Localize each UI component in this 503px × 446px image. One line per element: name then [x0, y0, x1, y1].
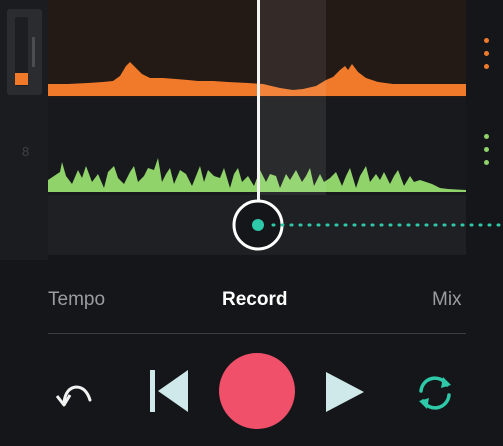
recording-screen: 8 Tempo Record Mix	[0, 0, 503, 446]
playhead[interactable]	[257, 0, 260, 210]
audio-lane-menu[interactable]	[484, 38, 490, 72]
menu-dot	[484, 38, 489, 43]
tab-tempo[interactable]: Tempo	[48, 289, 105, 311]
midi-lane-menu[interactable]	[484, 134, 490, 168]
loop-button[interactable]	[413, 371, 457, 415]
menu-dot	[484, 64, 489, 69]
skip-back-icon	[150, 370, 188, 412]
tab-mix[interactable]: Mix	[432, 289, 462, 311]
undo-button[interactable]	[50, 370, 100, 420]
track-number: 8	[22, 144, 30, 159]
tab-record[interactable]: Record	[222, 289, 287, 311]
scrubber-dot	[252, 219, 264, 231]
menu-dot	[484, 147, 489, 152]
playhead-scrubber[interactable]	[228, 198, 503, 254]
divider	[48, 333, 466, 334]
loop-region[interactable]	[260, 0, 326, 195]
record-button[interactable]	[219, 353, 295, 429]
play-icon	[326, 372, 364, 412]
loop-icon	[419, 376, 451, 410]
skip-back-button[interactable]	[148, 368, 190, 414]
track-volume-handle[interactable]	[32, 37, 35, 67]
mode-tabs: Tempo Record Mix	[0, 275, 503, 325]
menu-dot	[484, 134, 489, 139]
menu-dot	[484, 160, 489, 165]
menu-dot	[484, 51, 489, 56]
play-button[interactable]	[324, 370, 366, 414]
undo-arrow-icon	[55, 385, 92, 407]
track-level-fill	[15, 73, 28, 85]
